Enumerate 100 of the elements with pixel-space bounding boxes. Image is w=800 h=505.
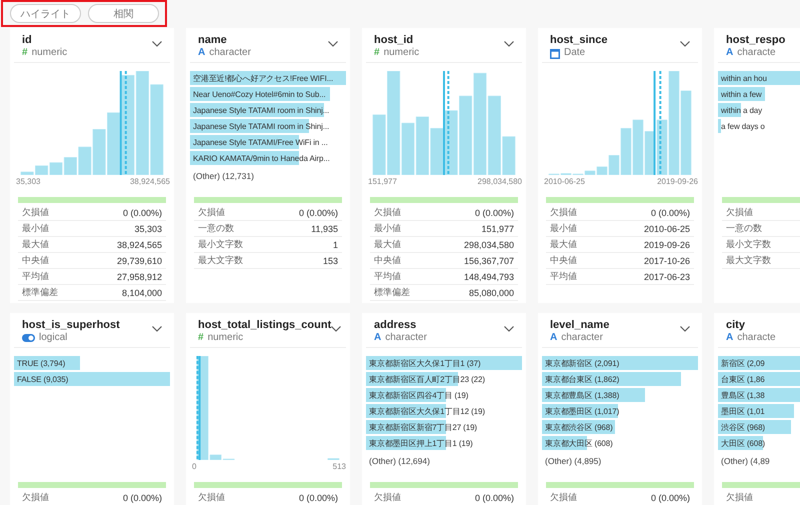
category-label: 東京都豊島区 (1,388) [544, 390, 620, 400]
toggle-icon [22, 334, 35, 342]
stat-label: 欠損値 [198, 491, 225, 504]
stat-label: 欠損値 [374, 206, 401, 219]
toolbar-button[interactable]: ハイライト [10, 4, 81, 23]
category-label: 東京都新宿区百人町2丁目23 (22) [368, 374, 485, 384]
hash-icon: # [22, 47, 28, 59]
axis-min-label: 35,303 [16, 177, 40, 186]
column-type: characte [737, 47, 776, 59]
stat-label: 平均値 [550, 270, 577, 283]
letter-a-icon: A [374, 332, 382, 344]
category-label: 墨田区 (1,01 [720, 406, 765, 416]
category-label: 東京都新宿区 (2,091) [544, 358, 620, 368]
axis-min-label: 0 [192, 462, 196, 471]
column-name: city [726, 319, 746, 332]
stat-label: 一意の数 [198, 222, 234, 235]
hash-icon: # [374, 47, 380, 59]
stat-label: 最小値 [550, 222, 577, 235]
letter-a-icon: A [726, 332, 734, 344]
chevron-down-icon[interactable] [331, 326, 342, 332]
stat-label: 平均値 [374, 270, 401, 283]
category-label: a few days o [720, 122, 765, 130]
stat-label: 最小文字数 [198, 238, 243, 251]
stat-label: 最大文字数 [726, 254, 771, 267]
histogram-bar [632, 120, 644, 175]
stat-label: 平均値 [22, 270, 49, 283]
axis-min-label: 2010-06-25 [544, 177, 585, 186]
stat-value: 0 (0.00%) [298, 208, 338, 218]
stat-label: 最大値 [22, 238, 49, 251]
stat-label: 一意の数 [726, 222, 762, 235]
chevron-down-icon[interactable] [680, 326, 690, 332]
stat-value: 0 (0.00%) [122, 208, 162, 218]
category-label: 大田区 (608) [720, 438, 765, 448]
category-label: 東京都墨田区押上1丁目1 (19) [368, 438, 473, 448]
stat-label: 欠損値 [726, 491, 753, 504]
category-label: Japanese Style TATAMI room in Shinj... [192, 122, 330, 130]
category-label: within a few [720, 90, 762, 98]
stat-value: 298,034,580 [464, 240, 514, 250]
stat-value: 156,367,707 [464, 256, 514, 266]
column-name: id [22, 34, 32, 47]
stat-value: 35,303 [134, 224, 162, 234]
column-type: character [385, 332, 427, 344]
letter-a-icon: A [726, 47, 734, 59]
stat-value: 1 [332, 240, 338, 250]
chevron-down-icon[interactable] [328, 41, 338, 47]
column-name: name [198, 34, 228, 47]
chevron-down-icon[interactable] [504, 326, 514, 332]
column-type: characte [737, 332, 776, 344]
category-label: 空港至近!都心へ好アクセス!Free WIFI... [192, 72, 334, 84]
chevron-down-icon[interactable] [152, 326, 162, 332]
stat-value: 153 [322, 256, 338, 266]
category-label: within a day [720, 106, 762, 114]
chevron-down-icon[interactable] [504, 41, 514, 47]
category-label: within an hou [720, 74, 767, 82]
toolbar-button[interactable]: 相関 [88, 4, 159, 23]
other-count: (Other) (12,694) [368, 455, 431, 468]
category-label: 東京都新宿区大久保1丁目12 (19) [368, 406, 485, 416]
column-name: address [374, 319, 418, 332]
column-name: level_name [550, 319, 610, 332]
stat-value: 151,977 [481, 224, 514, 234]
category-label: Japanese Style TATAMI/Free WiFi in ... [192, 138, 328, 146]
category-label: Japanese Style TATAMI room in Shinj... [192, 106, 330, 114]
column-name: host_id [374, 34, 414, 47]
category-label: 新宿区 (2,09 [720, 358, 765, 368]
stat-label: 標準偏差 [22, 286, 58, 299]
column-type: character [561, 332, 603, 344]
column-type: character [209, 47, 251, 59]
stat-label: 最小値 [374, 222, 401, 235]
column-type: logical [39, 332, 68, 344]
histogram-bar [430, 128, 444, 175]
stat-label: 最小文字数 [726, 238, 771, 251]
stat-value: 0 (0.00%) [650, 208, 690, 218]
stat-value: 148,494,793 [464, 272, 514, 282]
stat-value: 11,935 [311, 224, 338, 234]
chevron-down-icon[interactable] [680, 41, 690, 47]
category-label: 東京都渋谷区 (968) [544, 422, 613, 432]
category-label: 台東区 (1,86 [720, 374, 765, 384]
column-type: Date [564, 47, 586, 59]
stat-label: 最大文字数 [198, 254, 243, 267]
stat-label: 最大値 [374, 238, 401, 251]
axis-max-label: 2019-09-26 [657, 177, 698, 186]
other-count: (Other) (12,731) [192, 170, 255, 183]
category-label: Near Ueno#Cozy Hotel#6min to Sub... [192, 90, 326, 98]
stat-label: 欠損値 [198, 206, 225, 219]
stat-value: 0 (0.00%) [122, 492, 162, 502]
column-name: host_total_listings_count [198, 319, 332, 332]
chevron-down-icon[interactable] [152, 41, 162, 47]
category-label: TRUE (3,794) [16, 358, 66, 368]
column-name: host_respo [726, 34, 786, 47]
histogram-bar [49, 162, 63, 175]
category-label: 東京都台東区 (1,862) [544, 374, 620, 384]
stat-label: 欠損値 [550, 206, 577, 219]
stat-label: 最大値 [550, 238, 577, 251]
category-label: 東京都新宿区大久保1丁目1 (37) [368, 358, 481, 368]
category-label: 東京都新宿区四谷4丁目 (19) [368, 390, 468, 400]
axis-min-label: 151,977 [368, 177, 397, 186]
letter-a-icon: A [198, 47, 206, 59]
stat-label: 欠損値 [726, 206, 753, 219]
axis-max-label: 513 [332, 462, 346, 471]
stat-value: 2017-10-26 [644, 256, 690, 266]
